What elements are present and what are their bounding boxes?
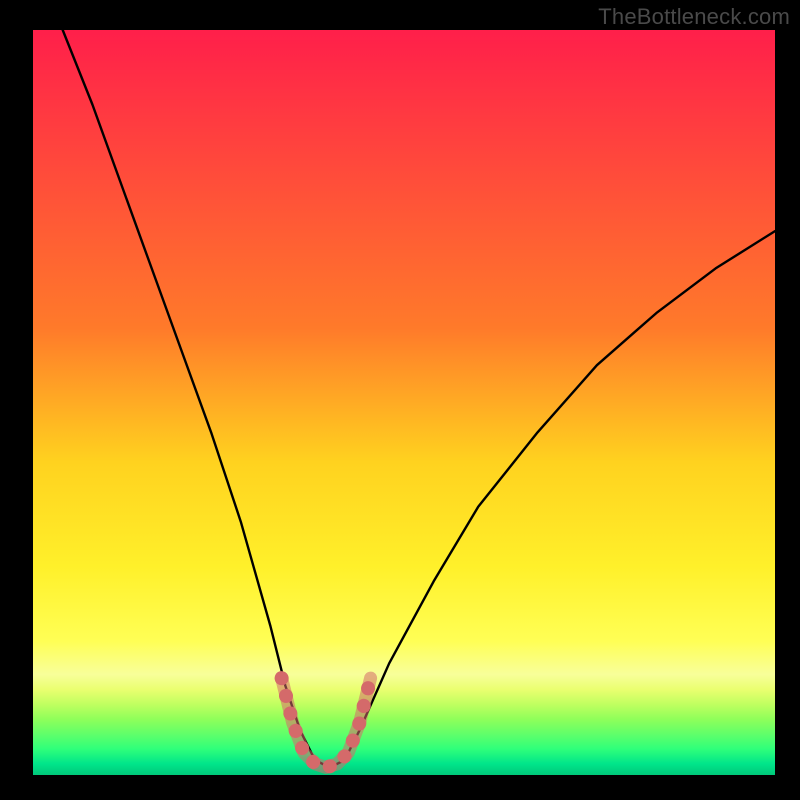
watermark-text: TheBottleneck.com [598,4,790,30]
chart-stage: TheBottleneck.com [0,0,800,800]
bottleneck-chart [0,0,800,800]
plot-background [33,30,775,775]
